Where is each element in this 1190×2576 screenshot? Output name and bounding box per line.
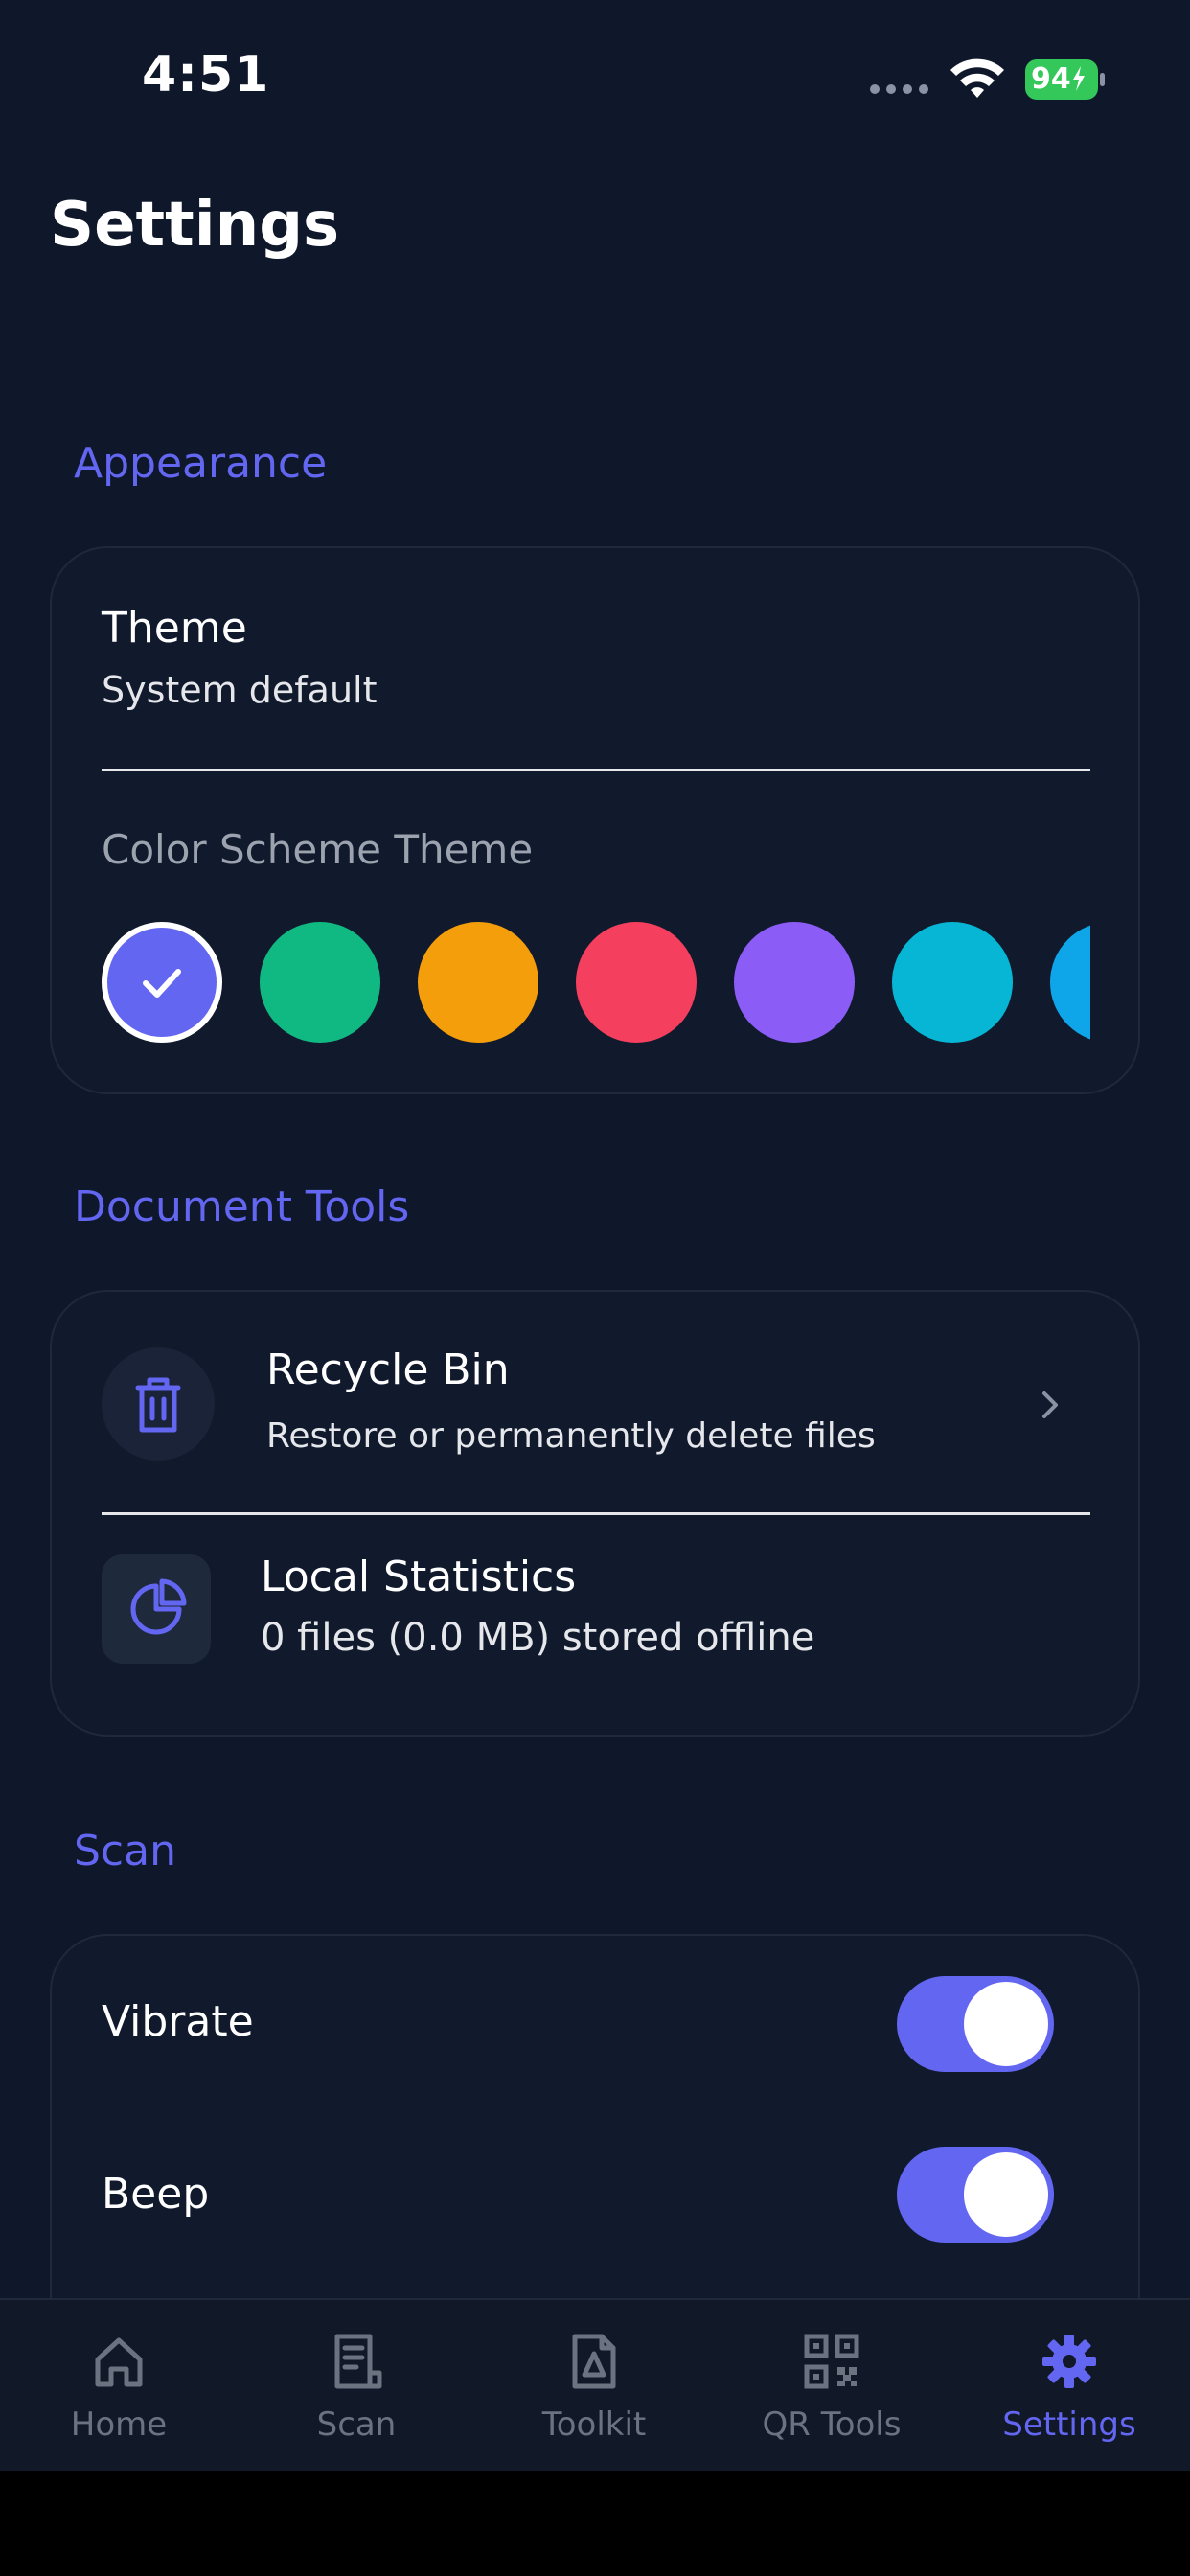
trash-icon-container (102, 1347, 215, 1460)
nav-label-toolkit: Toolkit (541, 2405, 647, 2444)
trash-icon (135, 1377, 181, 1433)
color-swatch[interactable] (576, 922, 697, 1043)
nav-label-settings: Settings (1002, 2405, 1136, 2444)
local-statistics-title: Local Statistics (261, 1552, 577, 1601)
home-icon (95, 2337, 143, 2387)
status-bar: 4:51 94 (0, 0, 1190, 163)
color-swatch[interactable] (418, 922, 538, 1043)
vibrate-toggle[interactable] (897, 1976, 1054, 2072)
page-title: Settings (50, 190, 340, 261)
appearance-card: Theme System default Color Scheme Theme (50, 546, 1140, 1094)
wifi-icon (950, 58, 1004, 98)
gear-icon (1042, 2334, 1096, 2388)
local-statistics-row: Local Statistics 0 files (0.0 MB) stored… (52, 1516, 1138, 1736)
pdf-icon (572, 2334, 616, 2389)
nav-label-scan: Scan (316, 2405, 397, 2444)
pie-chart-icon (130, 1578, 187, 1635)
divider (102, 1512, 1090, 1515)
pie-chart-icon-container (102, 1554, 211, 1664)
cellular-signal-icon (870, 84, 931, 98)
beep-toggle[interactable] (897, 2147, 1054, 2242)
local-statistics-subtitle: 0 files (0.0 MB) stored offline (261, 1616, 815, 1660)
battery-level: 94 (1031, 62, 1071, 96)
section-title-document-tools: Document Tools (74, 1183, 410, 1231)
section-title-scan: Scan (74, 1827, 176, 1875)
section-title-appearance: Appearance (74, 439, 328, 488)
color-swatch[interactable] (102, 922, 222, 1043)
color-swatch[interactable] (892, 922, 1013, 1043)
recycle-bin-row[interactable]: Recycle Bin Restore or permanently delet… (52, 1292, 1138, 1512)
nav-item-scan[interactable]: Scan (238, 2300, 475, 2472)
color-swatch[interactable] (260, 922, 380, 1043)
theme-label: Theme (102, 604, 247, 653)
theme-row[interactable]: Theme System default (52, 548, 1138, 769)
qr-code-icon (804, 2334, 859, 2389)
nav-item-home[interactable]: Home (0, 2300, 238, 2472)
chevron-right-icon (1042, 1392, 1058, 1418)
status-time: 4:51 (142, 46, 270, 104)
nav-label-qr-tools: QR Tools (762, 2405, 902, 2444)
color-swatch[interactable] (1050, 922, 1090, 1043)
checkmark-icon (143, 969, 181, 998)
nav-label-home: Home (70, 2405, 168, 2444)
beep-row: Beep (52, 2108, 1138, 2281)
recycle-bin-title: Recycle Bin (266, 1346, 510, 1394)
divider (102, 769, 1090, 771)
color-swatch-list (102, 922, 1090, 1056)
document-icon (334, 2334, 382, 2389)
home-indicator-area (0, 2471, 1190, 2576)
recycle-bin-subtitle: Restore or permanently delete files (266, 1416, 876, 1456)
color-swatch[interactable] (734, 922, 855, 1043)
vibrate-label: Vibrate (102, 1997, 254, 2046)
bottom-navigation: Home Scan Toolkit QR Tools Settings (0, 2298, 1190, 2472)
nav-item-qr-tools[interactable]: QR Tools (713, 2300, 950, 2472)
color-scheme-label: Color Scheme Theme (102, 826, 534, 873)
nav-item-toolkit[interactable]: Toolkit (475, 2300, 713, 2472)
theme-value: System default (102, 669, 378, 711)
document-tools-card: Recycle Bin Restore or permanently delet… (50, 1290, 1140, 1736)
beep-label: Beep (102, 2170, 210, 2219)
vibrate-row: Vibrate (52, 1936, 1138, 2108)
nav-item-settings[interactable]: Settings (950, 2300, 1190, 2472)
battery-icon: 94 (1025, 59, 1105, 100)
